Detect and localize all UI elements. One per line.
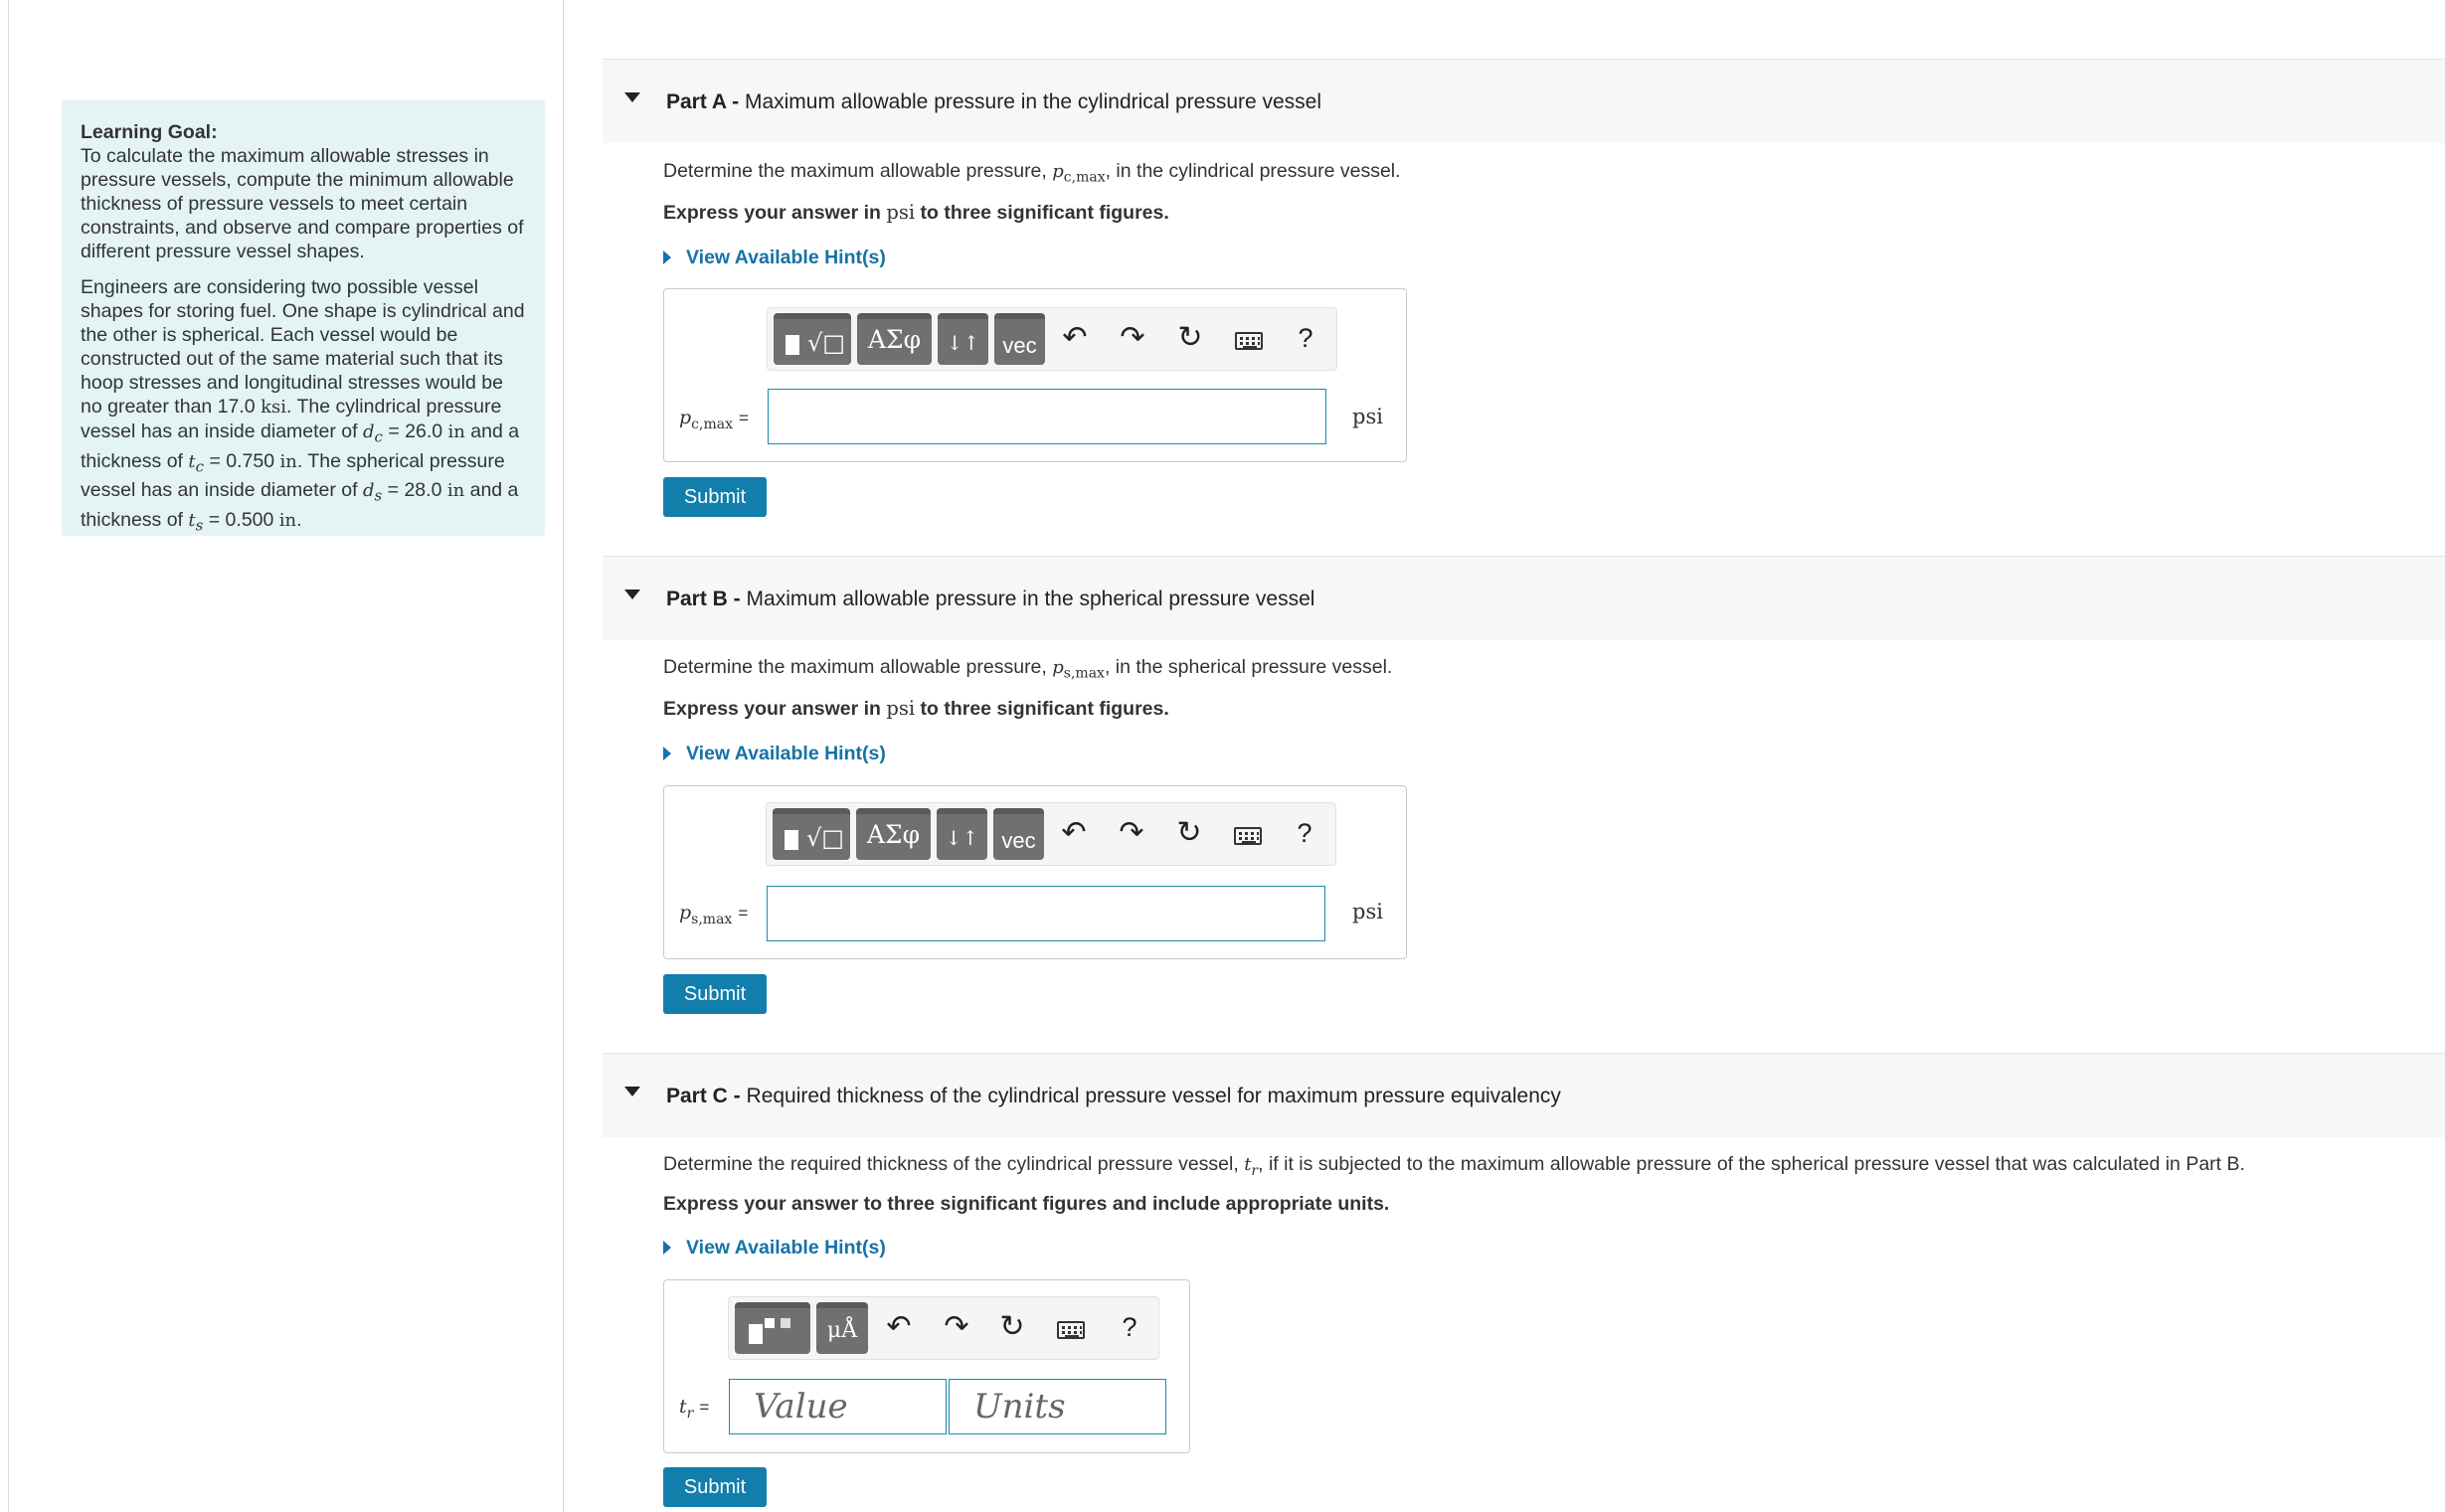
units-button[interactable]: μÅ bbox=[816, 1302, 868, 1354]
reset-icon[interactable]: ↻ bbox=[1170, 815, 1208, 851]
part-c-question: Determine the required thickness of the … bbox=[663, 1153, 2245, 1179]
keyboard-icon[interactable] bbox=[1235, 332, 1263, 350]
answer-label-psmax: ps,max = bbox=[679, 902, 749, 927]
value-tc: = 0.750 bbox=[204, 449, 280, 472]
learning-goal-text: To calculate the maximum allowable stres… bbox=[81, 145, 524, 262]
expand-triangle-icon bbox=[663, 747, 671, 760]
unit-in: in bbox=[446, 480, 465, 502]
symbol-ts: ts bbox=[188, 509, 204, 535]
part-c-title: Part C - Required thickness of the cylin… bbox=[666, 1085, 1561, 1107]
part-b-title: Part B - Maximum allowable pressure in t… bbox=[666, 588, 1315, 610]
symbol-tc: tc bbox=[188, 450, 205, 476]
answer-label-pcmax: pc,max = bbox=[679, 407, 749, 432]
unit-label-psi: psi bbox=[1352, 405, 1383, 428]
redo-icon[interactable]: ↷ bbox=[938, 1309, 975, 1345]
unit-in: in bbox=[278, 509, 297, 531]
part-b-submit-button[interactable]: Submit bbox=[663, 974, 767, 1014]
math-toolbar: √□ ΑΣφ ↓↑ vec ↶ ↷ ↻ ? bbox=[766, 802, 1336, 866]
answer-input-psmax[interactable] bbox=[767, 886, 1325, 941]
arrows-button[interactable]: ↓↑ bbox=[937, 808, 987, 860]
answer-input-pcmax[interactable] bbox=[768, 389, 1326, 444]
learning-goal-panel: Learning Goal: To calculate the maximum … bbox=[62, 100, 545, 536]
part-a-submit-button[interactable]: Submit bbox=[663, 477, 767, 517]
help-icon[interactable]: ? bbox=[1111, 1309, 1148, 1345]
help-icon[interactable]: ? bbox=[1286, 815, 1323, 851]
reset-icon[interactable]: ↻ bbox=[1171, 320, 1209, 356]
part-b-instructions: Express your answer in psi to three sign… bbox=[663, 697, 1169, 720]
undo-icon[interactable]: ↶ bbox=[1056, 320, 1094, 356]
expand-triangle-icon bbox=[663, 1241, 671, 1255]
part-c-header[interactable]: Part C - Required thickness of the cylin… bbox=[603, 1053, 2445, 1137]
column-divider bbox=[563, 0, 564, 1512]
redo-icon[interactable]: ↷ bbox=[1114, 320, 1151, 356]
undo-icon[interactable]: ↶ bbox=[880, 1309, 918, 1345]
part-a-title: Part A - Maximum allowable pressure in t… bbox=[666, 90, 1322, 113]
vector-button[interactable]: vec bbox=[994, 313, 1045, 365]
expand-triangle-icon bbox=[663, 251, 671, 264]
unit-label-psi: psi bbox=[1352, 900, 1383, 924]
greek-symbols-button[interactable]: ΑΣφ bbox=[857, 313, 932, 365]
symbol-ds: ds bbox=[363, 480, 383, 505]
templates-button[interactable] bbox=[735, 1302, 810, 1354]
value-input[interactable]: Value bbox=[729, 1379, 947, 1434]
part-a-question: Determine the maximum allowable pressure… bbox=[663, 160, 1401, 186]
part-b-answer-box: √□ ΑΣφ ↓↑ vec ↶ ↷ ↻ ? ps,max = psi bbox=[663, 785, 1407, 959]
left-border bbox=[8, 0, 9, 1512]
part-a-instructions: Express your answer in psi to three sign… bbox=[663, 201, 1169, 224]
help-icon[interactable]: ? bbox=[1287, 320, 1324, 356]
math-toolbar: √□ ΑΣφ ↓↑ vec ↶ ↷ ↻ ? bbox=[767, 307, 1337, 371]
value-ds: = 28.0 bbox=[382, 479, 447, 502]
collapse-caret-icon[interactable] bbox=[624, 589, 640, 599]
statement-text: . bbox=[296, 508, 302, 531]
units-toolbar: μÅ ↶ ↷ ↻ ? bbox=[728, 1296, 1159, 1360]
part-a-answer-box: √□ ΑΣφ ↓↑ vec ↶ ↷ ↻ ? pc,max = psi bbox=[663, 288, 1407, 462]
unit-ksi: ksi bbox=[261, 397, 286, 418]
greek-symbols-button[interactable]: ΑΣφ bbox=[856, 808, 931, 860]
part-b-header[interactable]: Part B - Maximum allowable pressure in t… bbox=[603, 556, 2445, 640]
templates-button[interactable]: √□ bbox=[773, 808, 850, 860]
part-c-hint-link[interactable]: View Available Hint(s) bbox=[663, 1237, 886, 1260]
part-a-header[interactable]: Part A - Maximum allowable pressure in t… bbox=[603, 59, 2445, 143]
problem-statement: Engineers are considering two possible v… bbox=[81, 275, 527, 537]
part-c-submit-button[interactable]: Submit bbox=[663, 1467, 767, 1507]
vector-button[interactable]: vec bbox=[993, 808, 1044, 860]
part-c-answer-box: μÅ ↶ ↷ ↻ ? tr = Value Units bbox=[663, 1279, 1190, 1453]
learning-goal-title: Learning Goal: bbox=[81, 121, 218, 143]
symbol-dc: dc bbox=[363, 421, 383, 446]
part-a-hint-link[interactable]: View Available Hint(s) bbox=[663, 247, 886, 269]
part-b-hint-link[interactable]: View Available Hint(s) bbox=[663, 743, 886, 765]
learning-goal-intro: Learning Goal: To calculate the maximum … bbox=[81, 120, 527, 263]
value-ts: = 0.500 bbox=[203, 508, 279, 531]
part-c-instructions: Express your answer to three significant… bbox=[663, 1193, 1390, 1215]
units-input[interactable]: Units bbox=[949, 1379, 1166, 1434]
templates-button[interactable]: √□ bbox=[774, 313, 851, 365]
redo-icon[interactable]: ↷ bbox=[1113, 815, 1150, 851]
reset-icon[interactable]: ↻ bbox=[993, 1309, 1031, 1345]
undo-icon[interactable]: ↶ bbox=[1055, 815, 1093, 851]
unit-in: in bbox=[447, 421, 465, 442]
value-dc: = 26.0 bbox=[382, 420, 448, 442]
collapse-caret-icon[interactable] bbox=[624, 1087, 640, 1096]
keyboard-icon[interactable] bbox=[1234, 827, 1262, 845]
arrows-button[interactable]: ↓↑ bbox=[938, 313, 988, 365]
collapse-caret-icon[interactable] bbox=[624, 92, 640, 102]
answer-label-tr: tr = bbox=[679, 1396, 710, 1422]
keyboard-icon[interactable] bbox=[1057, 1321, 1085, 1339]
part-b-question: Determine the maximum allowable pressure… bbox=[663, 656, 1393, 682]
unit-in: in bbox=[279, 450, 297, 472]
